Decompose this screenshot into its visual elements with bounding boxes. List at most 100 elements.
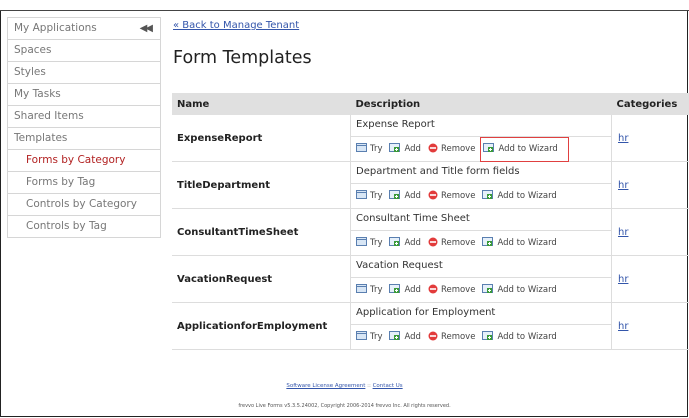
collapse-sidebar-icon[interactable]: ◀◀ [140, 18, 153, 39]
sidebar-item-styles[interactable]: Styles [8, 62, 160, 84]
add-icon [389, 330, 404, 344]
try-button[interactable]: Try [356, 237, 382, 249]
add-to-wizard-icon [482, 330, 497, 344]
remove-button[interactable]: Remove [428, 190, 476, 203]
add-button[interactable]: Add [389, 189, 421, 203]
remove-label: Remove [440, 238, 476, 248]
remove-icon [428, 143, 441, 156]
template-name: TitleDepartment [172, 161, 351, 209]
sidebar-item-forms-by-tag[interactable]: Forms by Tag [8, 172, 160, 194]
add-to-wizard-label: Add to Wizard [497, 332, 557, 342]
remove-icon [428, 190, 441, 203]
add-icon [389, 142, 404, 156]
category-link[interactable]: hr [611, 208, 689, 256]
remove-icon [428, 284, 441, 297]
try-icon [356, 143, 370, 155]
remove-button[interactable]: Remove [428, 284, 475, 297]
remove-icon [428, 237, 441, 250]
table-row: VacationRequest Vacation Request Try Add Rem… [172, 255, 689, 303]
add-button[interactable]: Add [389, 283, 421, 297]
template-name: ExpenseReport [172, 115, 351, 162]
sidebar-item-spaces[interactable]: Spaces [8, 40, 160, 62]
sidebar-item-forms-by-category[interactable]: Forms by Category [8, 150, 160, 172]
row-actions: Try Add Remove Add to Wizard [351, 278, 611, 302]
table-row: TitleDepartment Department and Title form… [172, 161, 689, 209]
template-description: Consultant Time Sheet [351, 209, 611, 231]
try-icon [356, 331, 370, 343]
sidebar-item-shared-items[interactable]: Shared Items [8, 106, 160, 128]
add-to-wizard-button[interactable]: Add to Wizard [482, 283, 557, 297]
try-label: Try [370, 144, 383, 154]
page-title: Form Templates [173, 48, 312, 68]
add-label: Add [404, 144, 421, 154]
try-icon [356, 190, 370, 202]
copyright-text: frevvo Live Forms v5.3.5.24002, Copyrigh… [238, 403, 451, 409]
try-button[interactable]: Try [356, 190, 382, 202]
sidebar-item-label: My Tasks [14, 88, 61, 100]
description-cell: Application for Employment Try Add Remove Ad… [350, 302, 612, 350]
add-label: Add [404, 332, 421, 342]
category-link[interactable]: hr [611, 302, 689, 350]
table-row: ConsultantTimeSheet Consultant Time Sheet… [172, 208, 689, 256]
try-button[interactable]: Try [356, 284, 382, 296]
category-link[interactable]: hr [611, 255, 689, 303]
table-row: ExpenseReport Expense Report Try Add Remove A… [172, 115, 689, 162]
description-cell: Department and Title form fields Try Add Re… [350, 161, 612, 209]
try-label: Try [370, 332, 383, 342]
back-to-manage-tenant-link[interactable]: « Back to Manage Tenant [173, 20, 299, 31]
add-label: Add [404, 238, 421, 248]
sidebar-item-label: Forms by Tag [26, 176, 96, 188]
template-name: ConsultantTimeSheet [172, 208, 351, 256]
template-description: Expense Report [351, 115, 611, 137]
remove-label: Remove [440, 144, 476, 154]
sidebar-item-label: Controls by Category [26, 198, 137, 210]
template-description: Department and Title form fields [351, 162, 611, 184]
sidebar-item-controls-by-category[interactable]: Controls by Category [8, 194, 160, 216]
template-description: Application for Employment [351, 303, 611, 325]
add-to-wizard-icon [483, 142, 498, 156]
add-button[interactable]: Add [389, 142, 421, 156]
sidebar-item-my-tasks[interactable]: My Tasks [8, 84, 160, 106]
category-link[interactable]: hr [611, 161, 689, 209]
table-header-row: Name Description Categories [172, 93, 689, 115]
description-cell: Consultant Time Sheet Try Add Remove Add to … [350, 208, 612, 256]
add-to-wizard-button[interactable]: Add to Wizard [482, 189, 557, 203]
sidebar-item-label: Controls by Tag [26, 220, 107, 232]
add-to-wizard-icon [482, 283, 497, 297]
description-cell: Expense Report Try Add Remove Add to Wizard [350, 115, 612, 162]
add-to-wizard-button[interactable]: Add to Wizard [480, 136, 569, 162]
sidebar-item-my-applications[interactable]: My Applications ◀◀ [8, 18, 160, 40]
add-button[interactable]: Add [389, 330, 421, 344]
add-button[interactable]: Add [389, 236, 421, 250]
footer-links: Software License Agreement :: Contact Us [0, 383, 689, 389]
description-cell: Vacation Request Try Add Remove Add to Wizar… [350, 255, 612, 303]
add-to-wizard-icon [482, 236, 497, 250]
row-actions: Try Add Remove Add to Wizard [351, 184, 611, 208]
remove-button[interactable]: Remove [428, 143, 476, 156]
remove-label: Remove [440, 191, 476, 201]
add-icon [389, 189, 404, 203]
add-to-wizard-button[interactable]: Add to Wizard [482, 236, 557, 250]
try-button[interactable]: Try [356, 331, 382, 343]
top-bar [0, 0, 689, 11]
row-actions: Try Add Remove Add to Wizard [351, 325, 611, 349]
add-to-wizard-button[interactable]: Add to Wizard [482, 330, 557, 344]
sidebar-item-templates[interactable]: Templates [8, 128, 160, 150]
remove-button[interactable]: Remove [428, 331, 475, 344]
column-header-description: Description [350, 93, 612, 115]
add-to-wizard-label: Add to Wizard [497, 285, 557, 295]
table-row: ApplicationforEmployment Application for … [172, 302, 689, 350]
license-agreement-link[interactable]: Software License Agreement [286, 383, 365, 389]
add-to-wizard-label: Add to Wizard [497, 238, 557, 248]
add-to-wizard-icon [482, 189, 497, 203]
template-name: ApplicationforEmployment [172, 302, 351, 350]
contact-us-link[interactable]: Contact Us [373, 383, 403, 389]
sidebar-item-label: Forms by Category [26, 154, 126, 166]
row-actions: Try Add Remove Add to Wizard [351, 231, 611, 255]
try-label: Try [370, 285, 383, 295]
remove-button[interactable]: Remove [428, 237, 476, 250]
try-label: Try [370, 238, 383, 248]
category-link[interactable]: hr [611, 115, 689, 162]
try-button[interactable]: Try [356, 143, 382, 155]
sidebar-item-controls-by-tag[interactable]: Controls by Tag [8, 216, 160, 238]
